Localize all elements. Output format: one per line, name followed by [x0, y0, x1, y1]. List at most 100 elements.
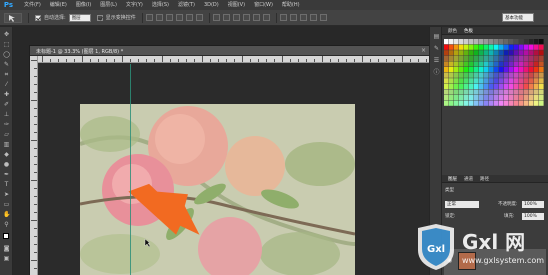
- swatch-color[interactable]: [519, 78, 524, 84]
- tab-color[interactable]: 颜色: [448, 28, 457, 34]
- swatch-color[interactable]: [454, 95, 459, 101]
- swatch-color[interactable]: [504, 78, 509, 84]
- swatch-color[interactable]: [474, 44, 479, 50]
- swatch-color[interactable]: [499, 95, 504, 101]
- distribute-vcenter-button[interactable]: [222, 14, 230, 21]
- swatch-color[interactable]: [534, 67, 539, 73]
- 3d-mode-button[interactable]: [309, 14, 317, 21]
- swatch-color[interactable]: [494, 44, 499, 50]
- menu-item[interactable]: 编辑(E): [50, 2, 67, 9]
- swatch-color[interactable]: [539, 55, 544, 61]
- swatch-color[interactable]: [459, 67, 464, 73]
- swatch-color[interactable]: [474, 83, 479, 89]
- 3d-mode-button[interactable]: [319, 14, 327, 21]
- swatch-color[interactable]: [469, 50, 474, 56]
- swatch-color[interactable]: [459, 78, 464, 84]
- swatch-color[interactable]: [444, 83, 449, 89]
- menu-item[interactable]: 图层(L): [100, 2, 117, 9]
- swatch-color[interactable]: [499, 44, 504, 50]
- menu-item[interactable]: 3D(D): [204, 2, 219, 9]
- swatch-color[interactable]: [504, 61, 509, 67]
- swatch-color[interactable]: [459, 55, 464, 61]
- tab-swatches[interactable]: 色板: [464, 28, 473, 34]
- auto-select-dropdown[interactable]: 图层: [68, 13, 91, 22]
- layer-kind-label[interactable]: 类型: [445, 187, 454, 195]
- type-tool-icon[interactable]: T: [3, 181, 10, 188]
- swatch-color[interactable]: [454, 100, 459, 106]
- swatch-color[interactable]: [484, 89, 489, 95]
- swatch-color[interactable]: [494, 78, 499, 84]
- swatch-color[interactable]: [459, 50, 464, 56]
- swatch-color[interactable]: [519, 61, 524, 67]
- swatch-color[interactable]: [484, 78, 489, 84]
- swatch-color[interactable]: [519, 83, 524, 89]
- swatch-color[interactable]: [489, 61, 494, 67]
- path-select-tool-icon[interactable]: ➤: [3, 191, 10, 198]
- swatch-color[interactable]: [479, 39, 484, 45]
- swatch-color[interactable]: [499, 89, 504, 95]
- swatch-color[interactable]: [449, 89, 454, 95]
- healing-tool-icon[interactable]: ✚: [3, 91, 10, 98]
- swatch-color[interactable]: [519, 100, 524, 106]
- swatch-color[interactable]: [454, 50, 459, 56]
- swatch-color[interactable]: [524, 39, 529, 45]
- swatch-color[interactable]: [534, 39, 539, 45]
- swatch-color[interactable]: [509, 72, 514, 78]
- swatch-color[interactable]: [479, 50, 484, 56]
- swatch-color[interactable]: [514, 95, 519, 101]
- swatch-color[interactable]: [449, 72, 454, 78]
- properties-icon[interactable]: ☰: [433, 57, 440, 64]
- swatch-color[interactable]: [459, 89, 464, 95]
- swatch-color[interactable]: [534, 83, 539, 89]
- tab-layers[interactable]: 图层: [448, 176, 457, 182]
- swatch-color[interactable]: [539, 72, 544, 78]
- fill-field[interactable]: 100%: [522, 213, 544, 220]
- swatch-color[interactable]: [479, 61, 484, 67]
- swatch-color[interactable]: [514, 61, 519, 67]
- swatch-color[interactable]: [494, 95, 499, 101]
- swatch-color[interactable]: [474, 89, 479, 95]
- history-icon[interactable]: ▤: [433, 33, 440, 40]
- swatch-color[interactable]: [504, 67, 509, 73]
- swatch-color[interactable]: [484, 39, 489, 45]
- swatch-color[interactable]: [464, 61, 469, 67]
- swatch-color[interactable]: [474, 95, 479, 101]
- swatch-color[interactable]: [529, 89, 534, 95]
- swatch-color[interactable]: [449, 95, 454, 101]
- menu-item[interactable]: 图像(I): [76, 2, 91, 9]
- swatch-color[interactable]: [474, 100, 479, 106]
- swatch-color[interactable]: [489, 55, 494, 61]
- swatch-color[interactable]: [524, 55, 529, 61]
- align-top-button[interactable]: [145, 14, 153, 21]
- swatch-color[interactable]: [449, 50, 454, 56]
- swatch-color[interactable]: [539, 39, 544, 45]
- swatch-color[interactable]: [534, 55, 539, 61]
- swatch-color[interactable]: [454, 78, 459, 84]
- swatch-color[interactable]: [524, 61, 529, 67]
- swatch-color[interactable]: [444, 89, 449, 95]
- swatch-color[interactable]: [499, 67, 504, 73]
- swatch-color[interactable]: [499, 83, 504, 89]
- swatch-color[interactable]: [449, 67, 454, 73]
- swatch-color[interactable]: [499, 72, 504, 78]
- swatch-color[interactable]: [464, 78, 469, 84]
- swatch-color[interactable]: [489, 72, 494, 78]
- swatch-color[interactable]: [539, 67, 544, 73]
- dodge-tool-icon[interactable]: ●: [3, 161, 10, 168]
- history-brush-tool-icon[interactable]: ✑: [3, 121, 10, 128]
- swatch-color[interactable]: [494, 39, 499, 45]
- align-vcenter-button[interactable]: [155, 14, 163, 21]
- swatch-color[interactable]: [539, 89, 544, 95]
- swatch-color[interactable]: [479, 78, 484, 84]
- swatch-color[interactable]: [499, 39, 504, 45]
- swatch-color[interactable]: [489, 100, 494, 106]
- swatch-color[interactable]: [504, 72, 509, 78]
- menu-item[interactable]: 文件(F): [24, 2, 41, 9]
- swatch-color[interactable]: [444, 61, 449, 67]
- swatch-color[interactable]: [509, 67, 514, 73]
- swatch-color[interactable]: [514, 100, 519, 106]
- swatch-color[interactable]: [529, 72, 534, 78]
- swatch-color[interactable]: [464, 83, 469, 89]
- swatch-color[interactable]: [524, 95, 529, 101]
- menu-item[interactable]: 窗口(W): [254, 2, 273, 9]
